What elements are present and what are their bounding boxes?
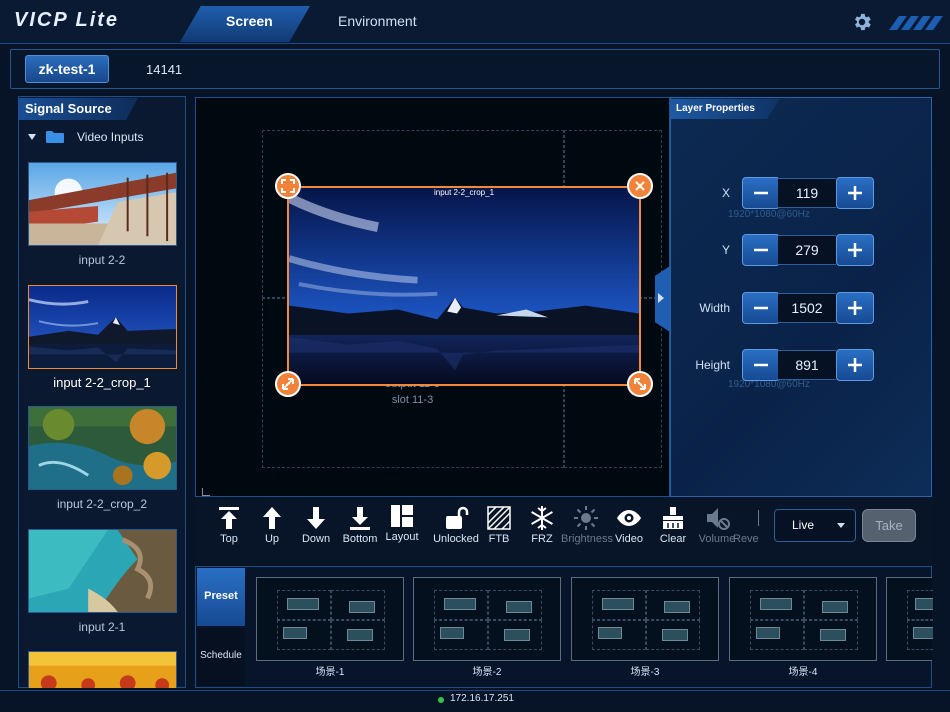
video-inputs-folder[interactable]: Video Inputs [77,130,144,144]
increment-x-button[interactable] [836,177,874,209]
width-value-field[interactable]: 1502 [778,293,836,323]
video-button[interactable]: Video [604,505,654,545]
increment-width-button[interactable] [836,292,874,324]
preset-name: 场景-3 [630,667,660,678]
unlock-icon [446,506,469,529]
preset-card[interactable] [729,577,877,661]
tab-environment[interactable]: Environment [338,13,417,29]
prop-label-width: Width [699,301,730,315]
decrement-width-button[interactable] [742,292,780,324]
connection-status-dot [438,697,444,703]
ftb-icon [487,506,511,530]
fullscreen-icon[interactable] [275,173,301,199]
source-label: input 2-2 [78,253,126,267]
status-divider [0,690,950,691]
down-button[interactable]: Down [291,505,341,545]
source-label: input 2-2_crop_1 [53,375,151,390]
decorative-stripes [888,16,944,30]
resize-handle-icon[interactable] [627,371,653,397]
height-value-field[interactable]: 891 [778,350,836,380]
preset-card[interactable] [413,577,561,661]
layer-properties-title: Layer Properties [676,103,755,114]
top-bar [0,0,950,44]
source-thumbnail[interactable] [28,651,177,688]
source-thumbnail-selected[interactable] [28,285,177,369]
freeze-button[interactable]: FRZ [517,505,567,545]
source-label: input 2-2_crop_2 [56,497,148,511]
reverse-icon [758,510,759,526]
tab-preset[interactable]: Preset [197,568,245,626]
move-up-icon [263,507,281,529]
close-icon[interactable] [627,173,653,199]
source-thumbnail[interactable] [28,406,177,490]
layout-button[interactable]: Layout [377,503,427,543]
send-to-bottom-icon [350,507,370,530]
ghost-resolution-text: 1920*1080@60Hz [728,209,810,220]
layout-icon [391,505,413,527]
tab-screen-label[interactable]: Screen [226,13,273,29]
sun-icon [574,506,598,530]
chevron-right-icon[interactable] [658,293,664,303]
source-thumbnail[interactable] [28,529,177,613]
snowflake-icon [531,506,553,530]
gear-icon[interactable] [851,11,873,33]
bring-to-top-icon [219,507,239,529]
up-button[interactable]: Up [247,505,297,545]
increment-height-button[interactable] [836,349,874,381]
canvas-corner-marker [202,488,210,496]
signal-source-title: Signal Source [25,101,112,116]
preset-name: 场景-4 [788,667,818,678]
mute-icon [707,508,730,530]
reverse-button[interactable]: Reve [733,505,763,545]
broom-icon [663,507,683,529]
source-label: input 2-1 [78,620,126,634]
preset-card[interactable] [256,577,404,661]
chevron-down-icon[interactable] [837,523,845,528]
device-ip: 172.16.17.251 [450,693,514,704]
decrement-height-button[interactable] [742,349,780,381]
slot-label: slot 11-3 [391,394,434,406]
chevron-down-icon[interactable] [28,134,36,140]
mode-select-value[interactable]: Live [792,518,814,532]
prop-label-height: Height [695,358,730,372]
y-value-field[interactable]: 279 [778,235,836,265]
preset-card-partial[interactable] [886,577,933,661]
resize-handle-icon[interactable] [275,371,301,397]
preset-name: 场景-1 [315,667,345,678]
layer-window[interactable] [287,186,641,386]
decrement-x-button[interactable] [742,177,780,209]
screen-tab-14141[interactable]: 14141 [146,62,182,77]
decrement-y-button[interactable] [742,234,780,266]
prop-label-y: Y [721,243,730,257]
layer-name-label: input 2-2_crop_1 [433,188,495,197]
preset-name: 场景-2 [472,667,502,678]
tab-schedule[interactable]: Schedule [197,628,245,686]
app-logo: VICP Lite [14,9,120,31]
preset-card[interactable] [571,577,719,661]
screen-tab-zk-test-1[interactable]: zk-test-1 [25,55,109,83]
prop-label-x: X [721,186,730,200]
take-button[interactable]: Take [862,509,916,542]
increment-y-button[interactable] [836,234,874,266]
move-down-icon [307,507,325,529]
eye-icon [617,510,641,526]
x-value-field[interactable]: 119 [778,178,836,208]
folder-icon [46,130,64,143]
source-thumbnail[interactable] [28,162,177,246]
clear-button[interactable]: Clear [648,505,698,545]
